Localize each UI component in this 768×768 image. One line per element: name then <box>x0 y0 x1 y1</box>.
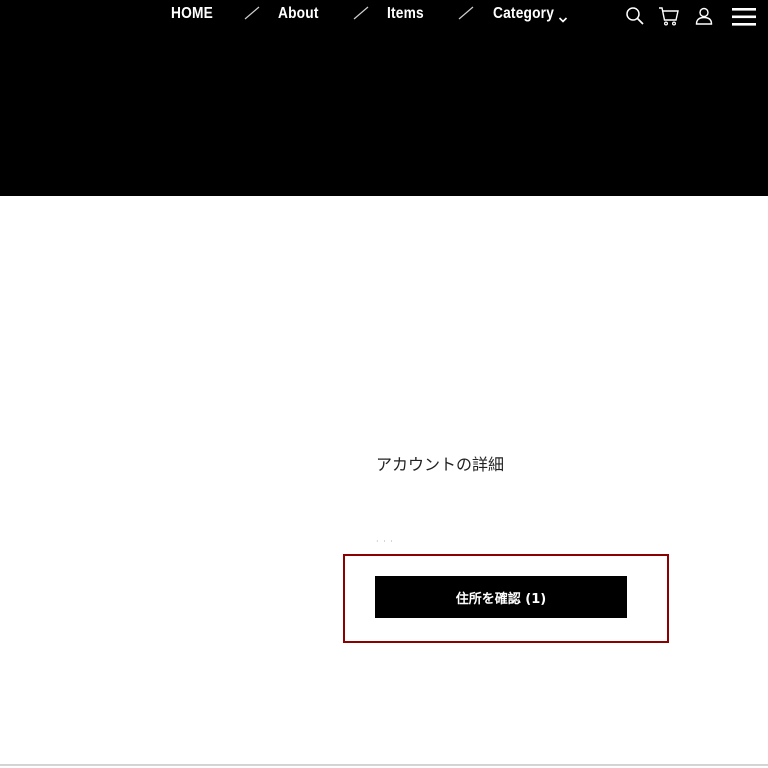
nav-separator <box>243 6 261 20</box>
site-header: HOME About Items Category <box>0 0 768 196</box>
footer-divider <box>0 764 768 766</box>
user-icon[interactable] <box>693 5 715 27</box>
nav-home[interactable]: HOME <box>171 4 213 24</box>
cart-icon[interactable] <box>658 5 680 27</box>
chevron-down-icon[interactable] <box>558 9 568 23</box>
nav-items[interactable]: Items <box>387 4 424 24</box>
account-details-title: アカウントの詳細 <box>376 455 505 474</box>
nav-about[interactable]: About <box>278 4 319 24</box>
confirm-address-button[interactable]: 住所を確認 (1) <box>375 576 627 618</box>
placeholder-dots: · · · <box>376 537 394 546</box>
search-icon[interactable] <box>624 5 646 27</box>
page: HOME About Items Category アカウントの詳細 · · ·… <box>0 0 768 768</box>
nav-separator <box>457 6 475 20</box>
nav-separator <box>352 6 370 20</box>
menu-icon[interactable] <box>731 5 757 29</box>
nav-category[interactable]: Category <box>493 4 554 24</box>
